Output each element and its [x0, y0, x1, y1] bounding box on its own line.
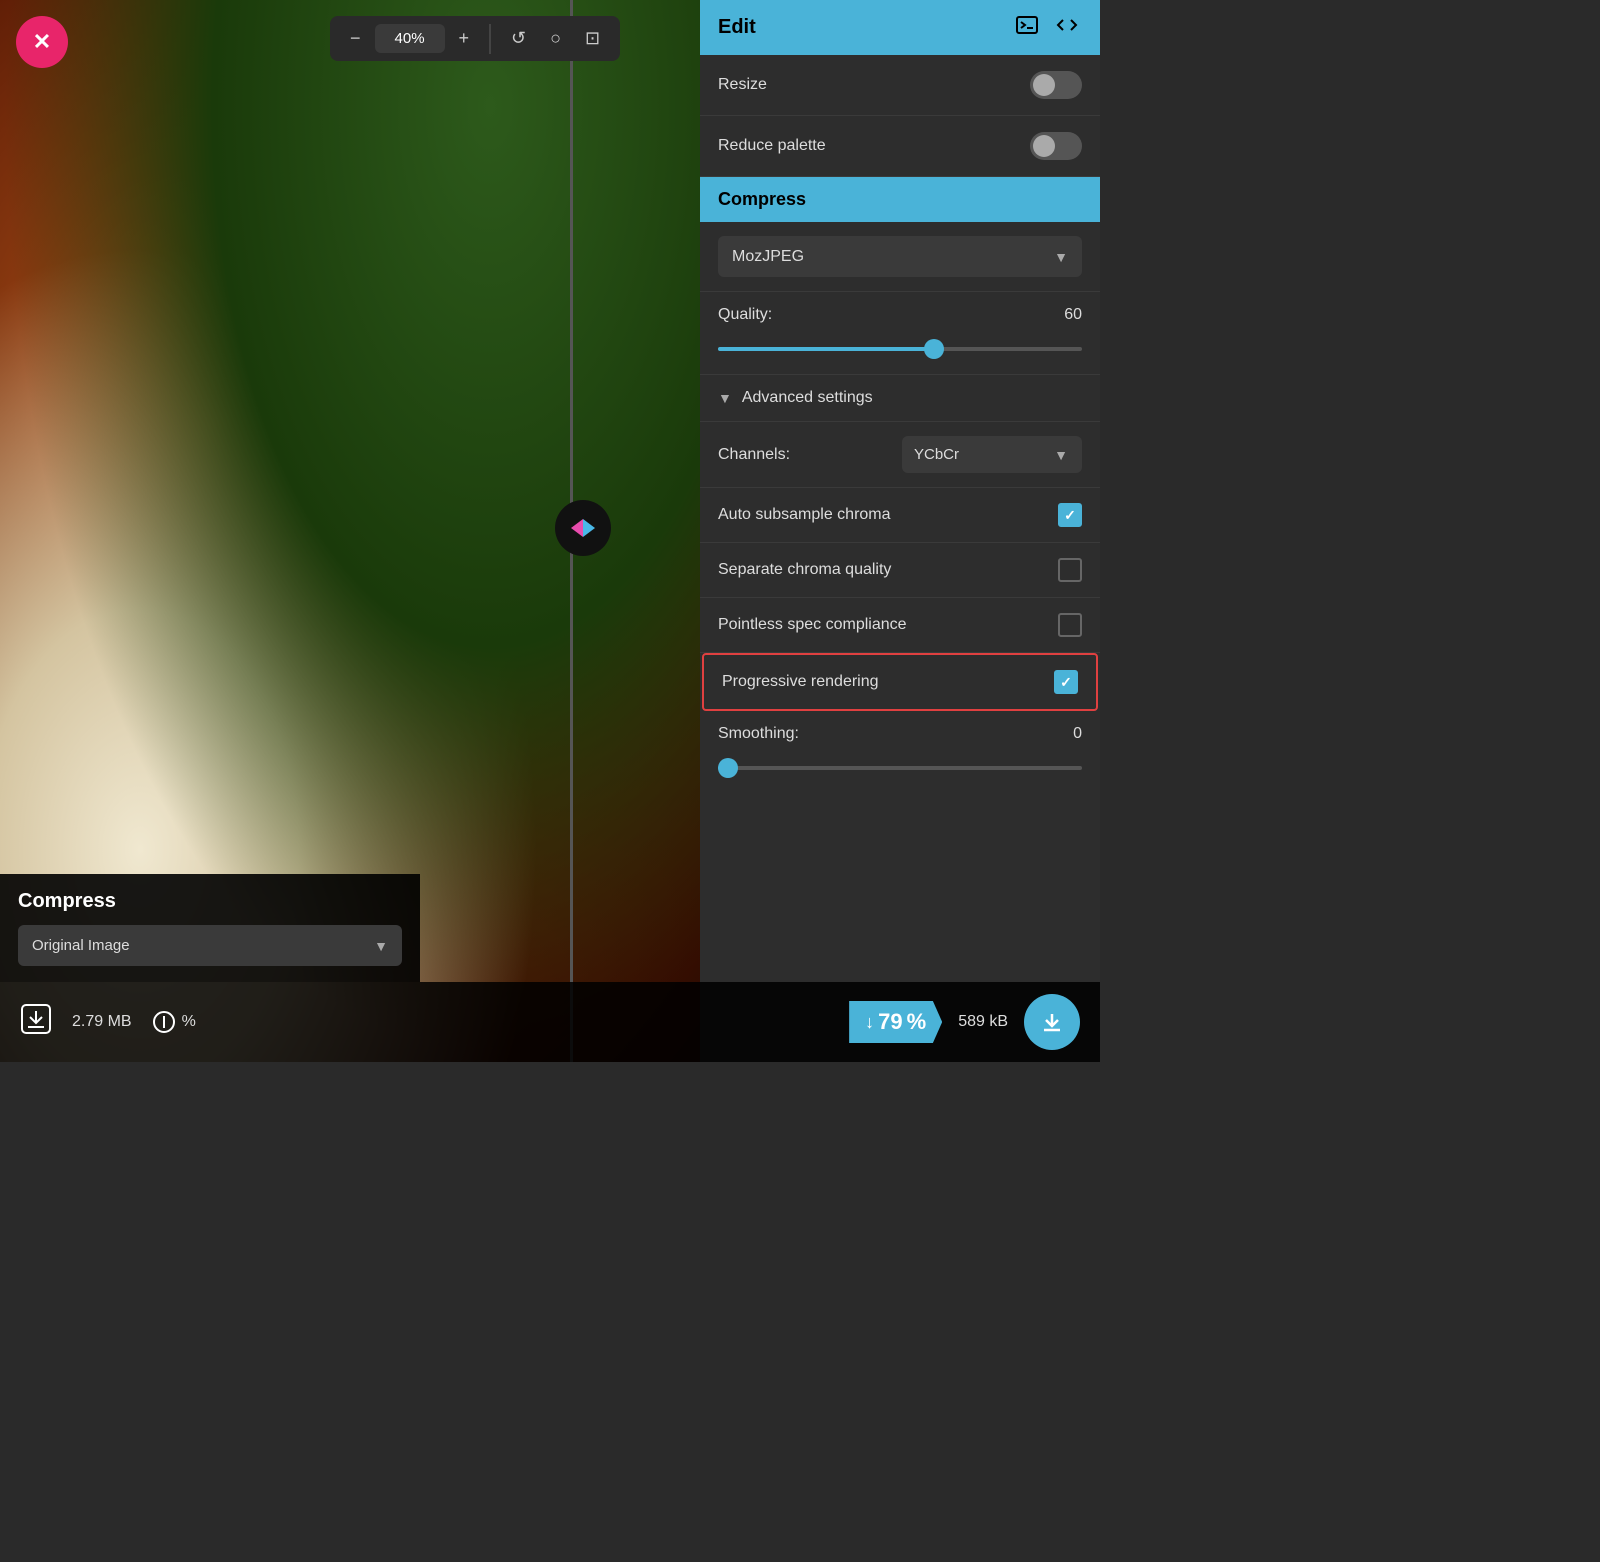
circle-icon: ○	[550, 28, 561, 49]
compress-title: Compress	[718, 189, 806, 209]
separate-chroma-checkbox[interactable]	[1058, 558, 1082, 582]
compress-view-select[interactable]: Original Image Compressed	[18, 925, 402, 966]
checkmark-icon: ✓	[1064, 507, 1076, 524]
channels-label: Channels:	[718, 446, 790, 464]
quality-slider[interactable]	[718, 347, 1082, 351]
rotate-button[interactable]: ↺	[501, 22, 536, 55]
channels-select[interactable]: YCbCr RGB Grayscale	[902, 436, 1082, 473]
codec-select-wrapper: MozJPEG WebP AVIF JPEG XL ▼	[718, 236, 1082, 277]
advanced-settings-label: Advanced settings	[742, 389, 873, 407]
advanced-settings-header[interactable]: ▼ Advanced settings	[700, 375, 1100, 422]
pointless-spec-row: Pointless spec compliance	[700, 598, 1100, 653]
edit-header-icons	[1012, 14, 1082, 41]
grid-icon: ⊡	[585, 28, 600, 49]
advanced-chevron-icon: ▼	[718, 390, 732, 406]
original-file-size: 2.79 MB	[72, 1013, 132, 1031]
smoothing-slider[interactable]	[718, 766, 1082, 770]
separate-chroma-row: Separate chroma quality	[700, 543, 1100, 598]
savings-value: 79	[878, 1009, 902, 1035]
zoom-toolbar: − 40% + ↺ ○ ⊡	[330, 16, 620, 61]
channels-row: Channels: YCbCr RGB Grayscale ▼	[700, 422, 1100, 488]
auto-subsample-row: Auto subsample chroma ✓	[700, 488, 1100, 543]
resize-toggle[interactable]	[1030, 71, 1082, 99]
zoom-decrease-button[interactable]: −	[340, 22, 371, 55]
codec-row: MozJPEG WebP AVIF JPEG XL ▼	[700, 222, 1100, 292]
reduce-palette-label: Reduce palette	[718, 137, 826, 155]
rotate-icon: ↺	[511, 28, 526, 49]
zoom-increase-button[interactable]: +	[449, 22, 480, 55]
zoom-value: 40	[395, 30, 412, 47]
resize-row: Resize	[700, 55, 1100, 116]
smoothing-label: Smoothing:	[718, 725, 799, 743]
auto-subsample-checkbox[interactable]: ✓	[1058, 503, 1082, 527]
compress-bottom-title: Compress	[18, 890, 402, 913]
smoothing-header: Smoothing: 0	[718, 725, 1082, 743]
minus-icon: −	[350, 28, 361, 49]
savings-badge: ↓ 79 %	[849, 1001, 942, 1043]
separate-chroma-label: Separate chroma quality	[718, 561, 891, 579]
edit-panel: Edit Resize Reduce palette Compress	[700, 0, 1100, 1062]
savings-arrow-icon: ↓	[865, 1012, 874, 1033]
quality-header: Quality: 60	[718, 306, 1082, 324]
reduce-palette-row: Reduce palette	[700, 116, 1100, 177]
quality-value: 60	[1064, 306, 1082, 324]
zoom-display: 40%	[375, 24, 445, 53]
plus-icon: +	[459, 28, 470, 49]
edit-header: Edit	[700, 0, 1100, 55]
compress-bottom-section: Compress Original Image Compressed ▼	[0, 874, 420, 982]
toolbar-divider	[489, 24, 491, 54]
arrows-icon-button[interactable]	[1052, 14, 1082, 41]
codec-select[interactable]: MozJPEG WebP AVIF JPEG XL	[718, 236, 1082, 277]
resize-label: Resize	[718, 76, 767, 94]
close-button[interactable]: ✕	[16, 16, 68, 68]
compressed-file-size: 589 kB	[958, 1013, 1008, 1031]
compress-select-wrapper: Original Image Compressed ▼	[18, 925, 402, 966]
download-button[interactable]	[1024, 994, 1080, 1050]
smoothing-slider-container	[718, 751, 1082, 787]
quality-row: Quality: 60	[700, 292, 1100, 375]
download-icon-button[interactable]	[20, 1003, 52, 1042]
auto-subsample-label: Auto subsample chroma	[718, 506, 891, 524]
quality-slider-container	[718, 332, 1082, 368]
percent-icon	[152, 1010, 176, 1034]
progressive-rendering-label: Progressive rendering	[722, 673, 879, 691]
progressive-rendering-row: Progressive rendering ✓	[702, 653, 1098, 711]
progressive-rendering-checkbox[interactable]: ✓	[1054, 670, 1078, 694]
quality-label: Quality:	[718, 306, 772, 324]
percent-value: %	[182, 1013, 196, 1031]
compress-section-header: Compress	[700, 177, 1100, 222]
arrow-right-icon	[583, 519, 595, 537]
zoom-unit: %	[411, 30, 424, 47]
channels-select-wrapper: YCbCr RGB Grayscale ▼	[902, 436, 1082, 473]
circle-button[interactable]: ○	[540, 22, 571, 55]
bottom-bar-left: 2.79 MB %	[0, 982, 700, 1062]
split-arrows	[571, 519, 595, 537]
savings-unit: %	[907, 1009, 927, 1035]
arrow-left-icon	[571, 519, 583, 537]
pointless-spec-label: Pointless spec compliance	[718, 616, 907, 634]
smoothing-value: 0	[1073, 725, 1082, 743]
reduce-palette-toggle[interactable]	[1030, 132, 1082, 160]
percent-display: %	[152, 1010, 196, 1034]
close-icon: ✕	[33, 29, 51, 55]
split-handle-button[interactable]	[555, 500, 611, 556]
pointless-spec-checkbox[interactable]	[1058, 613, 1082, 637]
edit-title: Edit	[718, 16, 756, 39]
bottom-bar-right: ↓ 79 % 589 kB	[700, 982, 1100, 1062]
terminal-icon-button[interactable]	[1012, 14, 1042, 41]
progressive-checkmark-icon: ✓	[1060, 674, 1072, 691]
smoothing-row: Smoothing: 0	[700, 711, 1100, 793]
grid-button[interactable]: ⊡	[575, 22, 610, 55]
